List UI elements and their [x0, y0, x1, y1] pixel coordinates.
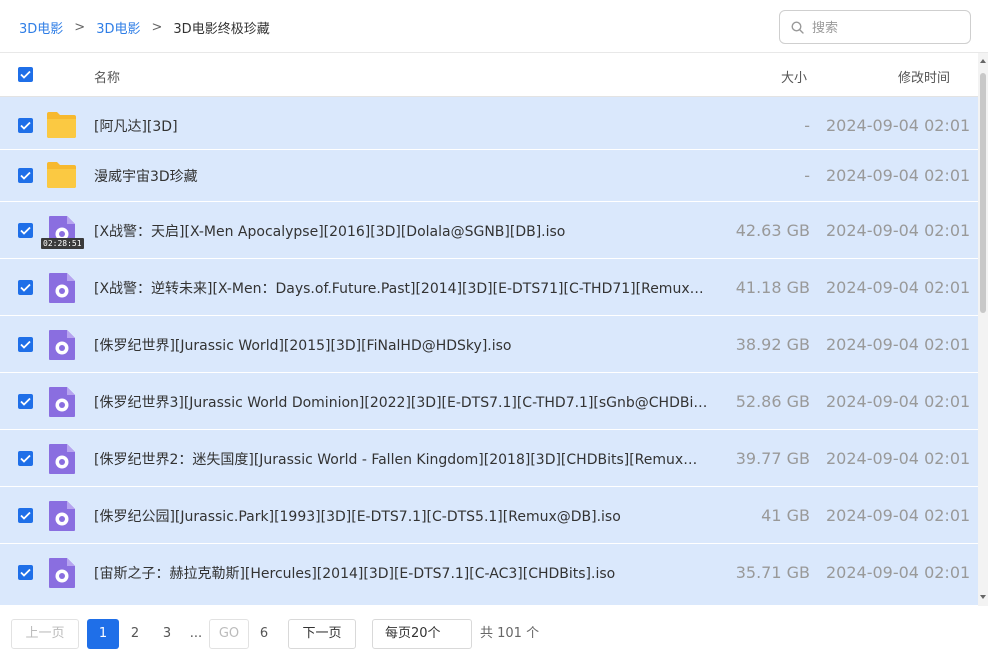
- vertical-scrollbar[interactable]: [978, 53, 988, 606]
- top-bar: 3D电影 > 3D电影 > 3D电影终极珍藏: [0, 0, 988, 53]
- page-3-button[interactable]: 3: [155, 619, 179, 649]
- file-date: 2024-09-04 02:01: [826, 221, 971, 240]
- breadcrumb-item-parent[interactable]: 3D电影: [96, 18, 140, 37]
- video-file-icon: [49, 444, 75, 474]
- file-list: [阿凡达][3D] - 2024-09-04 02:01 漫威宇宙3D珍藏 - …: [0, 97, 978, 606]
- row-checkbox[interactable]: [18, 394, 33, 409]
- total-count: 共 101 个: [480, 626, 540, 641]
- row-checkbox[interactable]: [18, 118, 33, 133]
- video-file-icon: [49, 330, 75, 360]
- select-all-checkbox[interactable]: [18, 67, 33, 82]
- folder-icon: [47, 112, 76, 138]
- column-header-modified[interactable]: 修改时间: [898, 67, 950, 86]
- list-item[interactable]: 02:28:51 [X战警：天启][X-Men Apocalypse][2016…: [0, 202, 978, 259]
- video-file-icon: [49, 387, 75, 417]
- table-header: 名称 大小 修改时间: [0, 53, 978, 97]
- pagination: 上一页 1 2 3 ... GO 6 下一页 每页20个 共 101 个: [0, 606, 988, 656]
- row-checkbox[interactable]: [18, 280, 33, 295]
- file-name: [阿凡达][3D]: [94, 119, 178, 135]
- file-date: 2024-09-04 02:01: [826, 392, 971, 411]
- file-size: 38.92 GB: [735, 335, 810, 354]
- breadcrumb-separator: >: [151, 20, 163, 35]
- check-icon: [20, 340, 31, 349]
- check-icon: [20, 568, 31, 577]
- list-item[interactable]: [侏罗纪世界2：迷失国度][Jurassic World - Fallen Ki…: [0, 430, 978, 487]
- check-icon: [20, 226, 31, 235]
- scroll-down-icon[interactable]: [980, 595, 986, 599]
- video-file-icon: [49, 273, 75, 303]
- breadcrumb-separator: >: [74, 20, 86, 35]
- page-2-button[interactable]: 2: [123, 619, 147, 649]
- scroll-thumb[interactable]: [980, 73, 986, 313]
- row-checkbox[interactable]: [18, 508, 33, 523]
- video-file-icon: [49, 501, 75, 531]
- check-icon: [20, 283, 31, 292]
- check-icon: [20, 454, 31, 463]
- row-checkbox[interactable]: [18, 168, 33, 183]
- file-name: [侏罗纪世界][Jurassic World][2015][3D][FiNalH…: [94, 338, 512, 354]
- file-name: [宙斯之子：赫拉克勒斯][Hercules][2014][3D][E-DTS7.…: [94, 566, 616, 582]
- folder-icon: [47, 162, 76, 188]
- row-checkbox[interactable]: [18, 337, 33, 352]
- file-size: 35.71 GB: [735, 563, 810, 582]
- search-icon: [791, 21, 804, 34]
- file-size: -: [804, 166, 810, 185]
- file-name: [侏罗纪世界2：迷失国度][Jurassic World - Fallen Ki…: [94, 452, 710, 468]
- file-date: 2024-09-04 02:01: [826, 166, 971, 185]
- file-date: 2024-09-04 02:01: [826, 449, 971, 468]
- breadcrumb: 3D电影 > 3D电影 > 3D电影终极珍藏: [19, 18, 270, 37]
- file-size: -: [804, 116, 810, 135]
- scroll-up-icon[interactable]: [980, 59, 986, 63]
- page-6-button[interactable]: 6: [252, 619, 276, 649]
- row-checkbox[interactable]: [18, 565, 33, 580]
- check-icon: [20, 121, 31, 130]
- list-item[interactable]: [侏罗纪公园][Jurassic.Park][1993][3D][E-DTS7.…: [0, 487, 978, 544]
- search-input[interactable]: [812, 17, 962, 39]
- column-header-size[interactable]: 大小: [781, 67, 807, 86]
- file-size: 41 GB: [761, 506, 810, 525]
- file-size: 39.77 GB: [735, 449, 810, 468]
- video-file-icon: [49, 558, 75, 588]
- file-date: 2024-09-04 02:01: [826, 563, 971, 582]
- row-checkbox[interactable]: [18, 451, 33, 466]
- file-date: 2024-09-04 02:01: [826, 506, 971, 525]
- check-icon: [20, 70, 31, 79]
- next-page-button[interactable]: 下一页: [288, 619, 356, 649]
- duration-badge: 02:28:51: [41, 238, 84, 249]
- file-date: 2024-09-04 02:01: [826, 278, 971, 297]
- list-item[interactable]: [宙斯之子：赫拉克勒斯][Hercules][2014][3D][E-DTS7.…: [0, 544, 978, 606]
- file-name: [X战警：逆转未来][X-Men：Days.of.Future.Past][20…: [94, 281, 710, 297]
- row-checkbox[interactable]: [18, 223, 33, 238]
- list-item[interactable]: [侏罗纪世界3][Jurassic World Dominion][2022][…: [0, 373, 978, 430]
- go-page-input[interactable]: GO: [209, 619, 249, 649]
- check-icon: [20, 171, 31, 180]
- file-name: [X战警：天启][X-Men Apocalypse][2016][3D][Dol…: [94, 224, 566, 240]
- file-name: 漫威宇宙3D珍藏: [94, 169, 198, 185]
- check-icon: [20, 511, 31, 520]
- file-size: 42.63 GB: [735, 221, 810, 240]
- page-size-select[interactable]: 每页20个: [372, 619, 472, 649]
- list-item[interactable]: [X战警：逆转未来][X-Men：Days.of.Future.Past][20…: [0, 259, 978, 316]
- file-date: 2024-09-04 02:01: [826, 116, 971, 135]
- list-item[interactable]: [阿凡达][3D] - 2024-09-04 02:01: [0, 97, 978, 150]
- check-icon: [20, 397, 31, 406]
- prev-page-button[interactable]: 上一页: [11, 619, 79, 649]
- file-name: [侏罗纪公园][Jurassic.Park][1993][3D][E-DTS7.…: [94, 509, 621, 525]
- list-item[interactable]: 漫威宇宙3D珍藏 - 2024-09-04 02:01: [0, 150, 978, 202]
- file-size: 41.18 GB: [735, 278, 810, 297]
- page-ellipsis: ...: [189, 626, 203, 641]
- list-item[interactable]: [侏罗纪世界][Jurassic World][2015][3D][FiNalH…: [0, 316, 978, 373]
- file-size: 52.86 GB: [735, 392, 810, 411]
- page-1-button[interactable]: 1: [87, 619, 119, 649]
- file-date: 2024-09-04 02:01: [826, 335, 971, 354]
- breadcrumb-item-root[interactable]: 3D电影: [19, 18, 63, 37]
- breadcrumb-current: 3D电影终极珍藏: [173, 22, 270, 37]
- file-name: [侏罗纪世界3][Jurassic World Dominion][2022][…: [94, 395, 710, 411]
- column-header-name[interactable]: 名称: [94, 67, 120, 86]
- search-box[interactable]: [779, 10, 971, 44]
